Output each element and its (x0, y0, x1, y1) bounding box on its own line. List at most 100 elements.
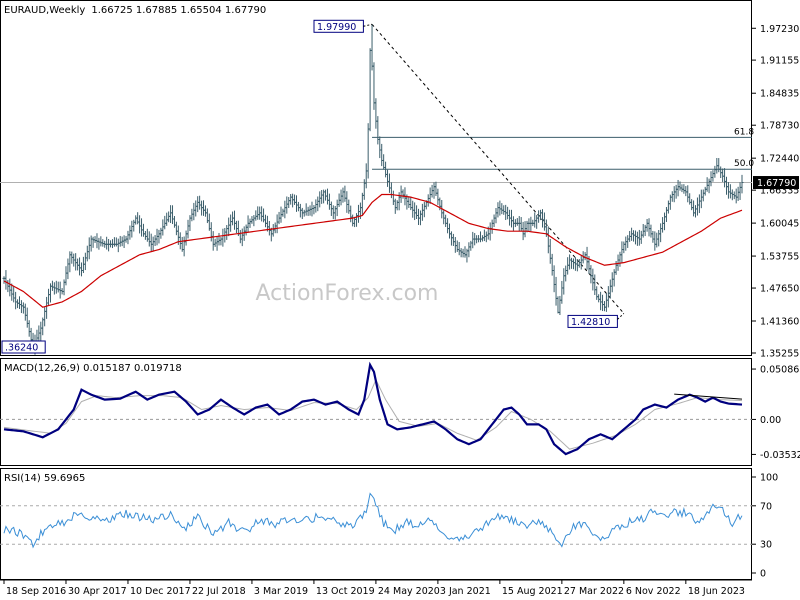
price-bar (387, 173, 391, 193)
price-bar (312, 205, 316, 215)
price-bar (713, 165, 717, 178)
price-tick-label: 1.78730 (760, 121, 799, 132)
price-bar (635, 231, 639, 246)
price-bar (198, 195, 202, 210)
price-bar (291, 193, 295, 208)
price-bar (248, 218, 252, 228)
price-bar (347, 199, 351, 214)
macd-tick-label: -0.035322 (760, 450, 800, 461)
price-bar (413, 202, 417, 221)
price-bar (386, 169, 390, 187)
price-bar (558, 295, 562, 316)
price-bar (93, 236, 97, 243)
price-bar (498, 200, 502, 216)
price-tick-label: 1.91155 (760, 56, 799, 67)
price-bar (138, 215, 142, 234)
rsi-tick-label: 30 (760, 540, 772, 551)
price-bar (316, 196, 320, 212)
price-tick-label: 1.97230 (760, 24, 799, 35)
price-bar (215, 236, 219, 251)
price-bar (87, 237, 91, 260)
macd-line (3, 361, 743, 456)
price-bar (331, 205, 335, 220)
price-bar (523, 221, 527, 238)
price-bar (554, 276, 558, 306)
price-bar (293, 194, 297, 205)
price-bar (566, 257, 570, 275)
price-bar (488, 222, 492, 241)
price-bar (479, 231, 483, 243)
price-bar (141, 223, 145, 237)
price-bar (47, 288, 51, 306)
price-bar (275, 214, 279, 234)
price-bar (4, 270, 8, 290)
fib-levels: 61.8 50.0 (372, 127, 754, 170)
price-bar (620, 241, 624, 264)
price-bar (349, 205, 353, 223)
price-bar (285, 196, 289, 214)
price-bar (184, 230, 188, 246)
price-bar (480, 235, 484, 242)
price-bar (697, 194, 701, 214)
price-tick-label: 1.41360 (760, 317, 799, 328)
price-bar (597, 294, 601, 303)
price-bar (401, 189, 405, 199)
price-bar (482, 229, 486, 242)
price-bar (324, 189, 328, 201)
price-bar (692, 200, 696, 217)
price-bar (726, 182, 730, 199)
price-bar (663, 212, 667, 231)
price-bar (540, 209, 544, 228)
price-bar (655, 232, 659, 248)
price-bar (110, 239, 114, 249)
price-bar (306, 206, 310, 216)
price-bar (27, 320, 31, 337)
time-tick-label: 22 Jul 2018 (192, 586, 246, 597)
price-bar (618, 251, 622, 267)
price-bar (128, 225, 132, 240)
price-bar (267, 220, 271, 236)
price-bar (219, 236, 223, 246)
price-bar (39, 321, 43, 341)
price-bar (734, 188, 738, 204)
annotation-leader (363, 23, 373, 27)
price-bar (112, 237, 116, 247)
price-bar (393, 198, 397, 214)
price-bar (95, 233, 99, 249)
price-bar (289, 194, 293, 205)
price-bar (426, 194, 430, 207)
price-bar (194, 200, 198, 217)
price-bar (186, 219, 190, 239)
price-bar (351, 214, 355, 227)
price-bar (527, 218, 531, 232)
time-tick-label: 30 Apr 2017 (68, 586, 127, 597)
rsi-panel-frame (0, 468, 752, 580)
price-bar (140, 218, 144, 237)
price-bar (560, 280, 564, 304)
price-bar (500, 203, 504, 215)
price-bar (172, 216, 176, 228)
rsi-axis: 100 70 30 0 (752, 473, 778, 580)
price-bar (302, 209, 306, 217)
price-bar (66, 258, 70, 280)
price-bar (89, 235, 93, 252)
price-bar (17, 296, 21, 309)
price-bar (287, 197, 291, 209)
price-bar (203, 205, 207, 217)
price-tick-label: 1.53755 (760, 252, 799, 263)
price-bar (432, 182, 436, 199)
price-bar (564, 265, 568, 282)
macd-signal-line (3, 378, 743, 450)
price-bar (182, 236, 186, 257)
price-bar (645, 218, 649, 232)
price-bar (612, 269, 616, 287)
price-bar (343, 185, 347, 202)
price-bar (171, 205, 175, 225)
price-bar (155, 228, 159, 246)
time-tick-label: 3 Mar 2019 (254, 586, 308, 597)
price-bar (116, 238, 120, 253)
price-bar (535, 215, 539, 229)
price-bar (711, 170, 715, 182)
price-bar (310, 201, 314, 217)
annotation-label: 1.97990 (317, 22, 356, 33)
